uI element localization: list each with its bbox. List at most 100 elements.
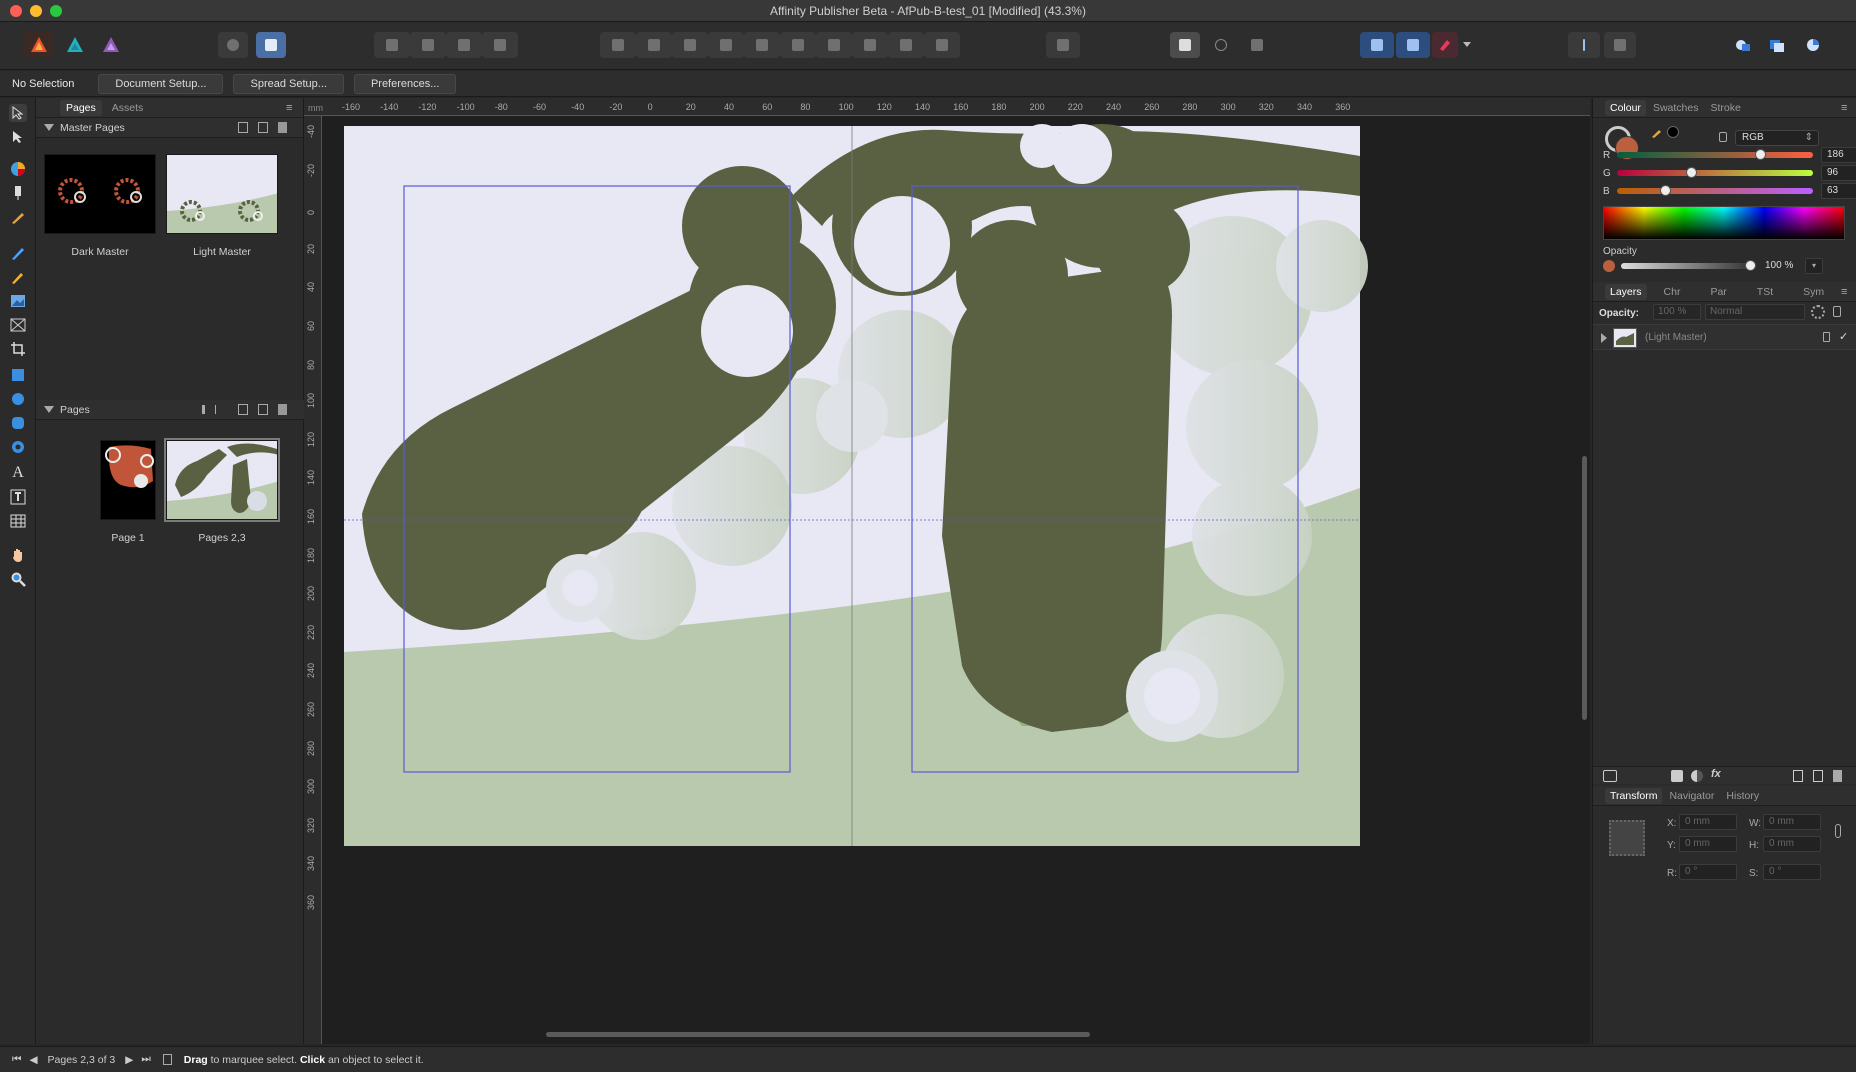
h-field[interactable]: 0 mm — [1763, 836, 1821, 852]
w-field[interactable]: 0 mm — [1763, 814, 1821, 830]
blue-knob[interactable] — [1660, 185, 1672, 196]
collapse-triangle-icon[interactable] — [44, 406, 54, 413]
duplicate-master-icon[interactable] — [258, 122, 268, 133]
mask-icon[interactable] — [1671, 770, 1683, 782]
visibility-checkmark-icon[interactable]: ✓ — [1839, 330, 1848, 343]
publisher-persona-icon[interactable] — [24, 32, 54, 58]
cog-shape-tool-icon[interactable] — [9, 438, 27, 456]
insert-picture-frame-icon[interactable] — [1170, 32, 1200, 58]
distribute-icon[interactable] — [888, 32, 924, 58]
move-tool-icon[interactable] — [9, 104, 27, 122]
delete-master-icon[interactable] — [278, 122, 287, 133]
frame-options-icon[interactable] — [1242, 32, 1272, 58]
ellipse-tool-icon[interactable] — [9, 390, 27, 408]
tab-history[interactable]: History — [1721, 788, 1764, 804]
photo-persona-icon[interactable] — [96, 32, 126, 58]
spread-artwork[interactable] — [322, 116, 1590, 1044]
layers-opacity-field[interactable]: 100 % — [1653, 304, 1701, 320]
align-left-icon[interactable] — [672, 32, 708, 58]
hand-tool-icon[interactable] — [9, 546, 27, 564]
pencil-tool-icon[interactable] — [9, 268, 27, 286]
minimize-window-button[interactable] — [30, 5, 42, 17]
pages-header[interactable]: Pages — [36, 400, 304, 420]
blue-slider[interactable] — [1617, 185, 1813, 196]
page-thumb-2-3[interactable] — [164, 438, 280, 522]
boolean-intersect-icon[interactable] — [1798, 32, 1828, 58]
crop-tool-icon[interactable] — [9, 340, 27, 358]
page-options-icon[interactable] — [202, 405, 216, 414]
red-value[interactable]: 186 — [1821, 147, 1856, 163]
collapse-triangle-icon[interactable] — [44, 124, 54, 131]
guides-cross-icon[interactable] — [1604, 32, 1636, 58]
snapping-dropdown-icon[interactable] — [1460, 32, 1474, 58]
master-pages-header[interactable]: Master Pages — [36, 118, 303, 138]
designer-persona-icon[interactable] — [60, 32, 90, 58]
resource-manager-icon[interactable] — [256, 32, 286, 58]
tab-stroke[interactable]: Stroke — [1705, 100, 1745, 116]
red-slider[interactable] — [1617, 149, 1813, 160]
colour-spectrum[interactable] — [1603, 206, 1845, 240]
vertical-scrollbar[interactable] — [1582, 456, 1587, 720]
pen-tool-icon[interactable] — [9, 244, 27, 262]
delete-layer-icon[interactable] — [1833, 770, 1842, 782]
view-mode-single-icon[interactable] — [1360, 32, 1394, 58]
blend-mode-select[interactable]: Normal — [1705, 304, 1805, 320]
document-canvas[interactable] — [322, 116, 1590, 1044]
lock-icon[interactable] — [1823, 332, 1830, 342]
colour-mode-select[interactable]: RGB ⇕ — [1735, 130, 1819, 146]
tab-transform[interactable]: Transform — [1605, 787, 1663, 804]
align-middle-icon[interactable] — [816, 32, 852, 58]
layer-stack-icon[interactable] — [1603, 770, 1617, 782]
lock-icon[interactable] — [1833, 306, 1841, 317]
colour-picker-tool-icon[interactable] — [9, 160, 27, 178]
master-thumb-dark[interactable] — [44, 154, 156, 234]
panel-menu-icon[interactable]: ≡ — [1841, 286, 1847, 298]
align-top-icon[interactable] — [780, 32, 816, 58]
preferences-button[interactable]: Preferences... — [353, 73, 457, 94]
zoom-window-button[interactable] — [50, 5, 62, 17]
panel-menu-icon[interactable]: ≡ — [286, 102, 292, 114]
group-layers-icon[interactable] — [1813, 770, 1823, 782]
red-knob[interactable] — [1755, 149, 1767, 160]
horizontal-ruler[interactable]: mm -160 -140 -120 -100 -80 -60 -40 -20 0 20 40 60 80… — [304, 98, 1590, 116]
add-page-icon[interactable] — [238, 404, 248, 415]
align-right-icon[interactable] — [744, 32, 780, 58]
master-thumb-light[interactable] — [166, 154, 278, 234]
add-layer-icon[interactable] — [1793, 770, 1803, 782]
tab-text-styles[interactable]: TSt — [1752, 284, 1778, 300]
noise-swatch-icon[interactable] — [1667, 126, 1679, 138]
picture-frame-tool-icon[interactable] — [9, 292, 27, 310]
frame-cross-tool-icon[interactable] — [9, 316, 27, 334]
first-page-icon[interactable]: ⏮ — [12, 1053, 21, 1066]
close-window-button[interactable] — [10, 5, 22, 17]
arrange-front-icon[interactable] — [482, 32, 518, 58]
zoom-tool-icon[interactable] — [9, 570, 27, 588]
view-mode-spread-icon[interactable] — [1396, 32, 1430, 58]
layer-row[interactable]: (Light Master) ✓ — [1593, 324, 1856, 350]
green-knob[interactable] — [1685, 167, 1697, 178]
tab-character[interactable]: Chr — [1659, 284, 1686, 300]
tab-assets[interactable]: Assets — [106, 100, 150, 116]
x-field[interactable]: 0 mm — [1679, 814, 1737, 830]
table-tool-icon[interactable] — [9, 512, 27, 530]
tab-swatches[interactable]: Swatches — [1648, 100, 1704, 116]
last-page-icon[interactable]: ⏭ — [141, 1053, 150, 1066]
rectangle-tool-icon[interactable] — [9, 366, 27, 384]
document-setup-button[interactable]: Document Setup... — [98, 73, 224, 94]
tab-paragraph[interactable]: Par — [1705, 284, 1731, 300]
flip-vertical-icon[interactable] — [636, 32, 672, 58]
text-wrap-icon[interactable] — [1046, 32, 1080, 58]
rounded-rectangle-tool-icon[interactable] — [9, 414, 27, 432]
link-aspect-icon[interactable] — [1835, 824, 1841, 838]
rotation-field[interactable]: 0 ° — [1679, 864, 1737, 880]
align-bottom-icon[interactable] — [852, 32, 888, 58]
opacity-knob[interactable] — [1745, 260, 1756, 271]
colour-picker-icon[interactable] — [1651, 126, 1663, 138]
distribute-vertical-icon[interactable] — [924, 32, 960, 58]
y-field[interactable]: 0 mm — [1679, 836, 1737, 852]
fill-tool-icon[interactable] — [9, 184, 27, 202]
node-tool-icon[interactable] — [9, 128, 27, 146]
arrange-back-icon[interactable] — [374, 32, 410, 58]
adjustment-icon[interactable] — [1691, 770, 1703, 782]
spread-setup-button[interactable]: Spread Setup... — [233, 73, 344, 94]
